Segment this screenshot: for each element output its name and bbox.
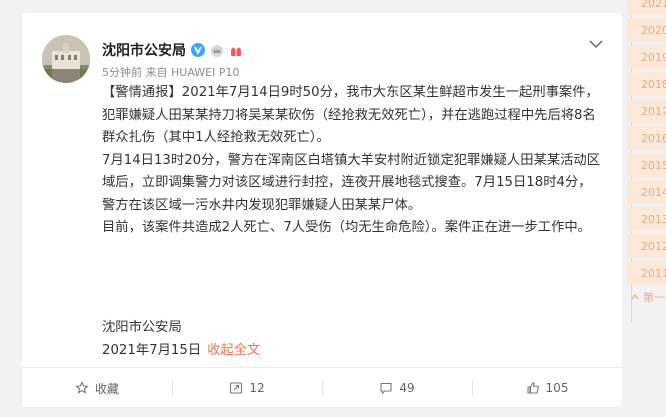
avatar[interactable] [42,35,90,83]
year-more-link[interactable]: 第一 [627,289,666,305]
like-icon [526,382,539,394]
year-item-2014[interactable]: 2014 [627,180,666,205]
year-item-2011[interactable]: 2011 [627,261,666,286]
year-timeline: 2021 2020 2019 2018 2017 2016 2015 2014 2013 2012… [627,0,666,417]
post-text: 【警情通报】2021年7月14日9时50分，我市大东区某生鲜超市发生一起刑事案件… [102,82,602,240]
comment-count: 49 [399,381,415,395]
repost-icon [230,382,243,394]
like-count: 105 [545,381,569,395]
year-item-2015[interactable]: 2015 [627,153,666,178]
action-bar: 收藏 12 49 105 [22,367,622,408]
year-item-2016[interactable]: 2016 [627,126,666,151]
date-row: 2021年7月15日 收起全文 [102,339,260,358]
signature: 沈阳市公安局 [102,320,182,335]
star-icon [75,381,89,394]
comment-button[interactable]: 49 [322,368,472,408]
year-item-2018[interactable]: 2018 [627,72,666,97]
year-item-2017[interactable]: 2017 [627,99,666,124]
chevron-up-icon [631,293,639,299]
post-meta: 5分钟前 来自 HUAWEI P10 [102,66,240,79]
comment-icon [380,382,392,395]
paragraph-1: 【警情通报】2021年7月14日9时50分，我市大东区某生鲜超市发生一起刑事案件… [102,85,599,145]
like-button[interactable]: 105 [472,368,622,408]
favorite-button[interactable]: 收藏 [22,368,172,408]
year-more-label: 第一 [643,290,665,304]
year-item-2019[interactable]: 2019 [627,45,666,70]
paragraph-3: 目前，该案件共造成2人死亡、7人受伤（均无生命危险）。案件正在进一步工作中。 [102,220,591,235]
verified-badge-icon [191,43,205,57]
year-item-2013[interactable]: 2013 [627,207,666,232]
paragraph-2: 7月14日13时20分，警方在浑南区白塔镇大羊安村附近锁定犯罪嫌疑人田某某活动区… [102,152,601,213]
member-crown-icon[interactable] [210,43,224,57]
author-name[interactable]: 沈阳市公安局 [102,40,186,60]
year-item-2012[interactable]: 2012 [627,234,666,259]
repost-button[interactable]: 12 [172,368,322,408]
repost-count: 12 [249,381,265,395]
vip-gift-icon[interactable] [229,43,243,57]
favorite-label: 收藏 [94,381,119,396]
post-date: 2021年7月15日 [102,343,202,358]
year-item-2020[interactable]: 2020 [627,18,666,43]
chevron-down-icon[interactable] [588,35,604,49]
collapse-link[interactable]: 收起全文 [207,343,260,358]
weibo-post-card: 沈阳市公安局 5分钟前 来自 HUAWEI P10 【警情通报】2021年7月1… [22,13,622,407]
year-item-2021[interactable]: 2021 [627,0,666,15]
